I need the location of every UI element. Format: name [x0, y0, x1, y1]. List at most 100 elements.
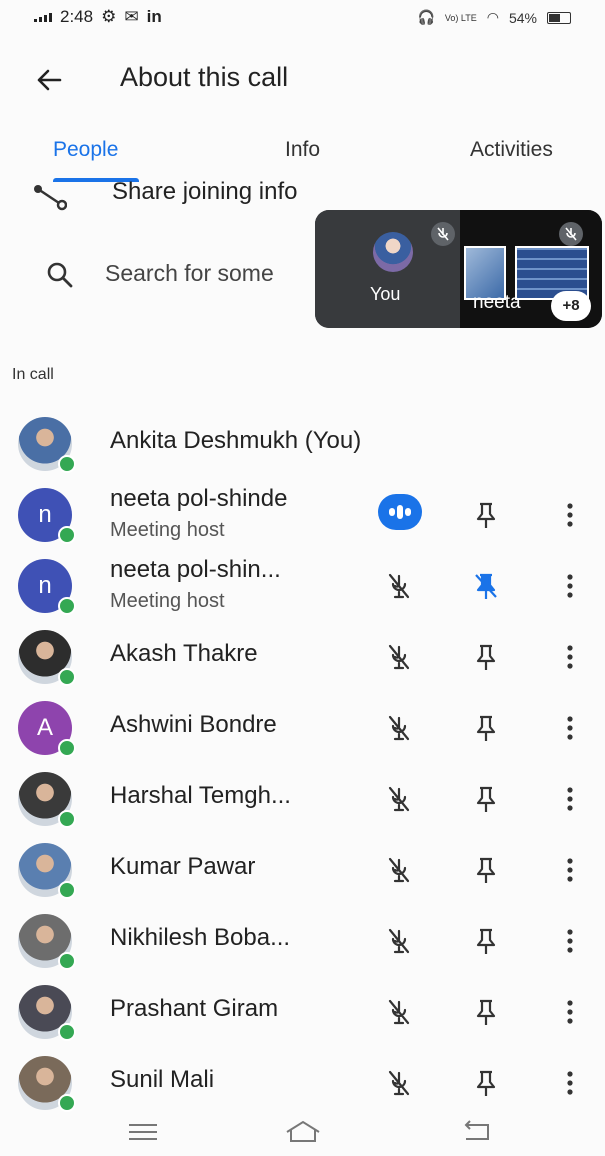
pin-icon[interactable]: [469, 498, 503, 532]
avatar: A: [18, 701, 76, 757]
share-joining-info-label: Share joining info: [112, 178, 298, 205]
more-vert-icon[interactable]: [555, 995, 585, 1029]
notification-icon: ⚙: [101, 7, 117, 26]
pin-icon[interactable]: [469, 995, 503, 1029]
online-indicator: [58, 526, 76, 544]
mic-off-icon[interactable]: [382, 924, 416, 958]
participant-list: Ankita Deshmukh (You) n neeta pol-shinde Me…: [0, 405, 605, 1115]
participant-name: neeta pol-shin...: [110, 556, 281, 583]
pin-off-icon[interactable]: [469, 569, 503, 603]
online-indicator: [58, 597, 76, 615]
online-indicator: [58, 1023, 76, 1041]
back-button[interactable]: [30, 60, 70, 100]
participant-name: Nikhilesh Boba...: [110, 924, 291, 951]
participant-row[interactable]: A Ashwini Bondre: [0, 689, 605, 760]
signal-icon: [34, 12, 52, 22]
participant-name: Ankita Deshmukh (You): [110, 427, 362, 454]
participant-name: Sunil Mali: [110, 1066, 215, 1093]
status-bar-right: 🎧 Vo) LTE ◠ 54%: [417, 9, 571, 26]
avatar: [18, 985, 76, 1041]
participant-role: Meeting host: [110, 519, 225, 541]
mic-off-icon[interactable]: [382, 640, 416, 674]
avatar: [18, 1056, 76, 1112]
nav-home-button[interactable]: [283, 1116, 323, 1146]
participant-name: Ashwini Bondre: [110, 711, 277, 738]
more-vert-icon[interactable]: [555, 640, 585, 674]
participant-name: Kumar Pawar: [110, 853, 256, 880]
mic-off-icon[interactable]: [382, 782, 416, 816]
participant-name: Prashant Giram: [110, 995, 279, 1022]
home-icon: [286, 1120, 320, 1142]
mic-off-icon[interactable]: [382, 711, 416, 745]
status-bar: 2:48 ⚙ ✉ in 🎧 Vo) LTE ◠ 54%: [0, 0, 605, 36]
online-indicator: [58, 668, 76, 686]
pip-more-count[interactable]: +8: [551, 291, 591, 321]
tab-people[interactable]: People: [53, 138, 118, 162]
system-nav-bar: [0, 1108, 605, 1156]
online-indicator: [58, 881, 76, 899]
headset-icon: 🎧: [417, 9, 435, 25]
pip-mic-off-icon: [431, 222, 455, 246]
online-indicator: [58, 739, 76, 757]
in-call-heading: In call: [12, 366, 54, 383]
page-title: About this call: [120, 62, 289, 92]
online-indicator: [58, 455, 76, 473]
share-joining-info-row[interactable]: Share joining info: [0, 175, 605, 215]
participant-row[interactable]: n neeta pol-shinde Meeting host: [0, 476, 605, 547]
participant-role: Meeting host: [110, 590, 225, 612]
more-vert-icon[interactable]: [555, 569, 585, 603]
nav-back-button[interactable]: [456, 1116, 496, 1146]
pin-icon[interactable]: [469, 782, 503, 816]
tab-activities[interactable]: Activities: [470, 138, 553, 162]
pip-self-avatar: [373, 232, 413, 272]
mic-off-icon[interactable]: [382, 853, 416, 887]
status-time: 2:48: [60, 7, 94, 26]
avatar: n: [18, 559, 76, 615]
mic-off-icon[interactable]: [382, 569, 416, 603]
mail-icon: ✉: [124, 7, 139, 26]
mic-off-icon[interactable]: [382, 995, 416, 1029]
status-bar-left: 2:48 ⚙ ✉ in: [34, 7, 162, 27]
wifi-icon: ◠: [486, 9, 499, 25]
pin-icon[interactable]: [469, 640, 503, 674]
avatar: [18, 772, 76, 828]
participant-name: Akash Thakre: [110, 640, 258, 667]
online-indicator: [58, 810, 76, 828]
participant-name: Harshal Temgh...: [110, 782, 291, 809]
app-bar: About this call: [0, 50, 605, 110]
avatar: n: [18, 488, 76, 544]
nav-recent-button[interactable]: [123, 1116, 163, 1146]
search-input[interactable]: [105, 256, 310, 290]
back-nav-icon: [464, 1120, 489, 1140]
pip-remote-mic-off-icon: [559, 222, 583, 246]
participant-row[interactable]: Prashant Giram: [0, 973, 605, 1044]
more-vert-icon[interactable]: [555, 711, 585, 745]
mic-off-icon[interactable]: [382, 1066, 416, 1100]
menu-icon: [129, 1124, 157, 1140]
battery-icon: [547, 11, 571, 24]
status-app-tag: in: [146, 7, 162, 26]
battery-label: 54%: [508, 9, 537, 26]
pin-icon[interactable]: [469, 924, 503, 958]
participant-row[interactable]: Nikhilesh Boba...: [0, 902, 605, 973]
search-icon: [47, 262, 73, 288]
more-vert-icon[interactable]: [555, 782, 585, 816]
participant-row[interactable]: Kumar Pawar: [0, 831, 605, 902]
share-icon: [34, 185, 67, 211]
more-vert-icon[interactable]: [555, 853, 585, 887]
participant-name: neeta pol-shinde: [110, 485, 288, 512]
participant-row[interactable]: Ankita Deshmukh (You): [0, 405, 605, 476]
pin-icon[interactable]: [469, 1066, 503, 1100]
tab-info[interactable]: Info: [285, 138, 320, 162]
participant-row[interactable]: Harshal Temgh...: [0, 760, 605, 831]
more-vert-icon[interactable]: [555, 498, 585, 532]
pip-self-tile[interactable]: You: [315, 210, 460, 328]
participant-row[interactable]: Sunil Mali: [0, 1044, 605, 1115]
pin-icon[interactable]: [469, 853, 503, 887]
avatar: [18, 843, 76, 899]
participant-row[interactable]: Akash Thakre: [0, 618, 605, 689]
more-vert-icon[interactable]: [555, 924, 585, 958]
participant-row[interactable]: n neeta pol-shin... Meeting host: [0, 547, 605, 618]
pin-icon[interactable]: [469, 711, 503, 745]
more-vert-icon[interactable]: [555, 1066, 585, 1100]
